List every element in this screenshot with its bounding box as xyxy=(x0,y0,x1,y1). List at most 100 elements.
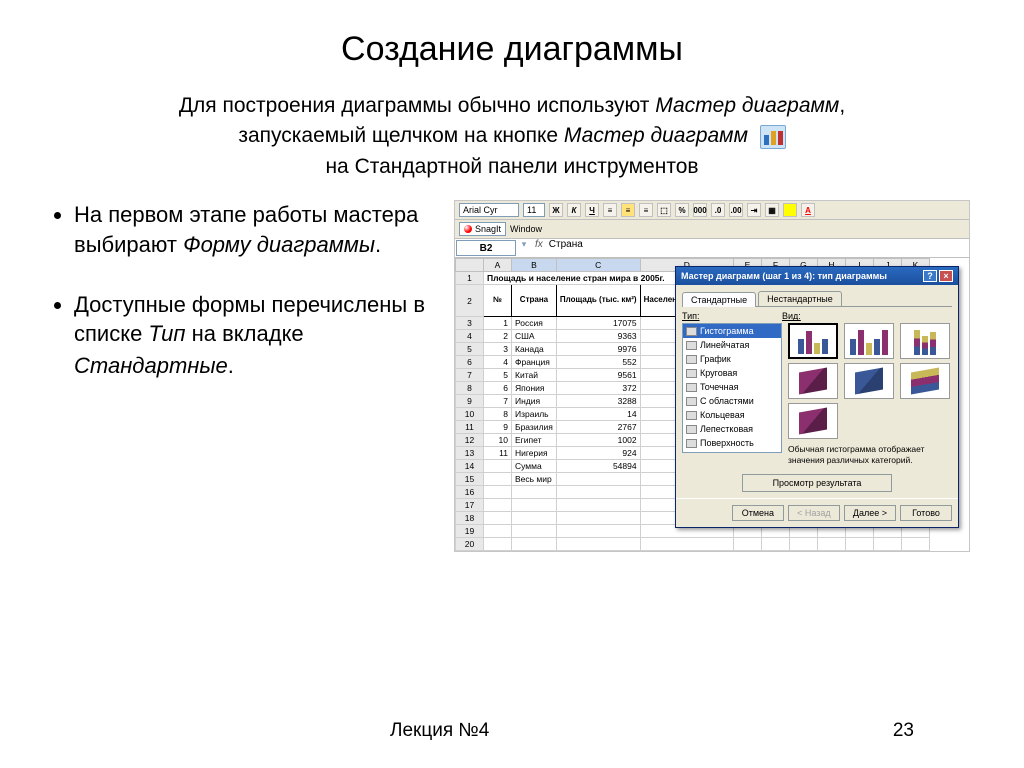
label-view: Вид: xyxy=(782,311,801,321)
finish-button[interactable]: Готово xyxy=(900,505,952,521)
comma-button[interactable]: 000 xyxy=(693,203,707,217)
merge-button[interactable]: ⬚ xyxy=(657,203,671,217)
intro-1b: Мастер диаграмм xyxy=(655,94,839,117)
wizard-titlebar[interactable]: Мастер диаграмм (шаг 1 из 4): тип диагра… xyxy=(676,267,958,285)
footer-lecture: Лекция №4 xyxy=(390,720,489,742)
excel-screenshot: Arial Cyr 11 Ж К Ч ≡ ≡ ≡ ⬚ % 000 .0 .00 … xyxy=(454,200,970,552)
chart-type-icon xyxy=(686,411,697,420)
chart-type-label: Лепестковая xyxy=(700,424,753,434)
intro-text: Для построения диаграммы обычно использу… xyxy=(54,91,970,182)
fill-color-button[interactable] xyxy=(783,203,797,217)
align-center-button[interactable]: ≡ xyxy=(621,203,635,217)
chart-type-icon xyxy=(686,369,697,378)
bullet-2: Доступные формы перечислены в списке Тип… xyxy=(74,290,434,349)
intro-3: на Стандартной панели инструментов xyxy=(325,155,698,178)
chart-wizard-dialog: Мастер диаграмм (шаг 1 из 4): тип диагра… xyxy=(675,266,959,528)
underline-button[interactable]: Ч xyxy=(585,203,599,217)
bullet-2-tail-dot: . xyxy=(228,353,234,378)
chart-type-item[interactable]: Поверхность xyxy=(683,436,781,450)
snagit-icon xyxy=(464,225,472,233)
formula-value[interactable]: Страна xyxy=(547,239,585,257)
preview-result-button[interactable]: Просмотр результата xyxy=(742,474,892,492)
chart-type-icon xyxy=(686,439,697,448)
snagit-toolbar: SnagIt Window xyxy=(455,220,969,239)
footer-page: 23 xyxy=(893,720,914,742)
close-icon[interactable]: × xyxy=(939,270,953,282)
chart-type-label: С областями xyxy=(700,396,754,406)
borders-button[interactable]: ▦ xyxy=(765,203,779,217)
bullet-list: На первом этапе работы мастера выбирают … xyxy=(54,200,434,552)
cancel-button[interactable]: Отмена xyxy=(732,505,784,521)
chart-wizard-icon xyxy=(760,125,786,149)
chart-type-icon xyxy=(686,453,697,454)
italic-button[interactable]: К xyxy=(567,203,581,217)
bullet-2c: на вкладке xyxy=(185,321,303,346)
chart-type-item[interactable]: Кольцевая xyxy=(683,408,781,422)
chart-view-grid: Обычная гистограмма отображает значения … xyxy=(788,323,952,466)
wizard-buttons: Отмена < Назад Далее > Готово xyxy=(676,498,958,527)
intro-2a: запускаемый щелчком на кнопке xyxy=(238,124,564,147)
chart-subtype-4[interactable] xyxy=(788,363,838,399)
format-toolbar: Arial Cyr 11 Ж К Ч ≡ ≡ ≡ ⬚ % 000 .0 .00 … xyxy=(455,201,969,220)
snagit-window-select[interactable]: Window xyxy=(510,224,560,234)
currency-button[interactable]: % xyxy=(675,203,689,217)
name-box-dropdown-icon[interactable]: ▾ xyxy=(517,239,531,257)
font-size-select[interactable]: 11 xyxy=(523,203,545,217)
label-type: Тип: xyxy=(682,311,782,321)
chart-subtype-2[interactable] xyxy=(844,323,894,359)
chart-type-icon xyxy=(686,327,697,336)
chart-type-icon xyxy=(686,397,697,406)
intro-1a: Для построения диаграммы обычно использу… xyxy=(179,94,655,117)
slide: Создание диаграммы Для построения диагра… xyxy=(0,0,1024,768)
chart-type-label: График xyxy=(700,354,731,364)
subtype-description: Обычная гистограмма отображает значения … xyxy=(788,442,952,466)
slide-footer: Лекция №4 23 xyxy=(0,720,1024,742)
chart-type-label: Круговая xyxy=(700,368,737,378)
bullet-2b: Тип xyxy=(148,321,185,346)
chart-subtype-6[interactable] xyxy=(900,363,950,399)
tab-standard[interactable]: Стандартные xyxy=(682,292,756,307)
help-icon[interactable]: ? xyxy=(923,270,937,282)
tab-nonstandard[interactable]: Нестандартные xyxy=(758,291,842,306)
wizard-title-text: Мастер диаграмм (шаг 1 из 4): тип диагра… xyxy=(681,271,887,281)
bullet-1c: . xyxy=(375,232,381,257)
name-box[interactable]: B2 xyxy=(456,240,516,256)
slide-title: Создание диаграммы xyxy=(54,30,970,69)
chart-subtype-5[interactable] xyxy=(844,363,894,399)
chart-type-item[interactable]: Линейчатая xyxy=(683,338,781,352)
font-name-select[interactable]: Arial Cyr xyxy=(459,203,519,217)
snagit-label: SnagIt xyxy=(475,223,501,236)
chart-type-label: Линейчатая xyxy=(700,340,749,350)
formula-bar: B2 ▾ fx Страна xyxy=(455,239,969,258)
chart-type-item[interactable]: Гистограмма xyxy=(683,324,781,338)
bullet-1b: Форму диаграммы xyxy=(183,232,375,257)
wizard-tabs: Стандартные Нестандартные xyxy=(682,291,952,307)
chart-type-list[interactable]: Гистограмма Линейчатая График Круговая Точеч… xyxy=(682,323,782,453)
snagit-button[interactable]: SnagIt xyxy=(459,222,506,236)
intro-2b: Мастер диаграмм xyxy=(564,124,748,147)
next-button[interactable]: Далее > xyxy=(844,505,896,521)
fx-label[interactable]: fx xyxy=(531,239,547,257)
chart-type-item[interactable]: Лепестковая xyxy=(683,422,781,436)
chart-type-item[interactable]: С областями xyxy=(683,394,781,408)
indent-button[interactable]: ⇥ xyxy=(747,203,761,217)
chart-type-label: Кольцевая xyxy=(700,410,745,420)
chart-type-label: Поверхность xyxy=(700,438,754,448)
chart-type-icon xyxy=(686,341,697,350)
chart-subtype-3[interactable] xyxy=(900,323,950,359)
inc-decimal-button[interactable]: .0 xyxy=(711,203,725,217)
align-right-button[interactable]: ≡ xyxy=(639,203,653,217)
chart-type-item[interactable]: Точечная xyxy=(683,380,781,394)
chart-type-item[interactable]: Круговая xyxy=(683,366,781,380)
chart-subtype-1[interactable] xyxy=(788,323,838,359)
back-button[interactable]: < Назад xyxy=(788,505,840,521)
chart-type-item[interactable]: Пузырьковая xyxy=(683,450,781,453)
bullet-2-tail-em: Стандартные xyxy=(74,353,228,378)
font-color-button[interactable]: A xyxy=(801,203,815,217)
chart-type-item[interactable]: График xyxy=(683,352,781,366)
chart-subtype-7[interactable] xyxy=(788,403,838,439)
dec-decimal-button[interactable]: .00 xyxy=(729,203,743,217)
align-left-button[interactable]: ≡ xyxy=(603,203,617,217)
bold-button[interactable]: Ж xyxy=(549,203,563,217)
bullet-2-tail: Стандартные. xyxy=(74,351,434,381)
